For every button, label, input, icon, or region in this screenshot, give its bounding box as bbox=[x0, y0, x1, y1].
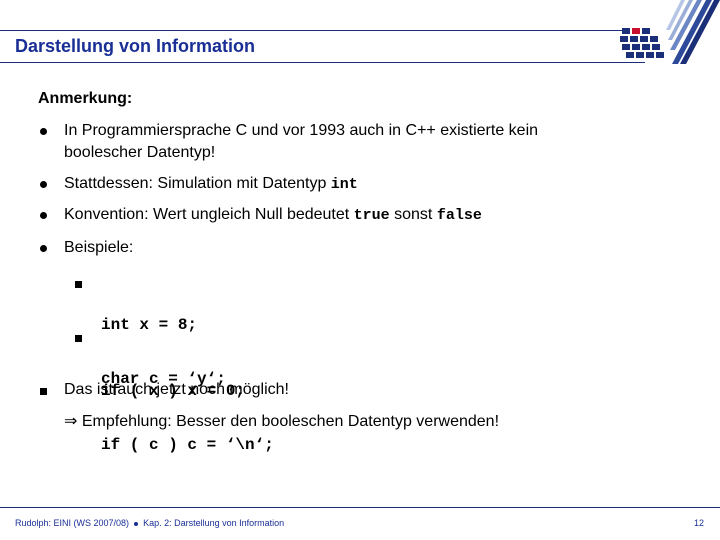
bullet-text: Stattdessen: Simulation mit Datentyp bbox=[64, 175, 331, 192]
note-still-possible: Das ist auch jetzt noch möglich! bbox=[64, 381, 289, 398]
footer-rule bbox=[0, 507, 720, 508]
header-bottom-rule bbox=[0, 62, 645, 63]
bullet-text: Konvention: Wert ungleich Null bedeutet bbox=[64, 206, 354, 223]
implies-arrow-icon: ⇒ bbox=[64, 413, 78, 430]
bullet-text: sonst bbox=[389, 206, 437, 223]
footer-separator-icon bbox=[134, 521, 139, 526]
page-number: 12 bbox=[694, 518, 705, 528]
bullet-icon bbox=[40, 212, 47, 219]
bullet-simulation-int: Stattdessen: Simulation mit Datentyp int bbox=[64, 173, 358, 196]
bullet-examples: Beispiele: bbox=[64, 239, 134, 256]
code-false: false bbox=[436, 207, 482, 224]
header-top-rule bbox=[0, 30, 625, 31]
square-bullet-icon bbox=[75, 281, 82, 288]
bullet-icon bbox=[40, 128, 47, 135]
recommendation: ⇒ Empfehlung: Besser den booleschen Date… bbox=[64, 411, 499, 433]
university-logo-icon bbox=[620, 0, 720, 64]
bullet-icon bbox=[40, 181, 47, 188]
bullet-text-line: boolescher Datentyp! bbox=[64, 144, 216, 161]
section-heading: Anmerkung: bbox=[38, 90, 133, 107]
square-bullet-icon bbox=[75, 335, 82, 342]
square-bullet-icon bbox=[40, 388, 47, 395]
code-keyword: int bbox=[330, 176, 358, 193]
code-example-char: char c = ‘y‘; if ( c ) c = ‘\n‘; bbox=[101, 324, 274, 478]
recommendation-text: Empfehlung: Besser den booleschen Datent… bbox=[81, 413, 500, 430]
bullet-text-line: In Programmiersprache C und vor 1993 auc… bbox=[64, 122, 539, 139]
code-line: if ( c ) c = ‘\n‘; bbox=[101, 436, 274, 454]
bullet-convention: Konvention: Wert ungleich Null bedeutet … bbox=[64, 204, 482, 227]
code-true: true bbox=[353, 207, 390, 224]
footer-course: Rudolph: EINI (WS 2007/08) bbox=[15, 518, 130, 528]
page-title: Darstellung von Information bbox=[15, 36, 256, 56]
footer-chapter: Kap. 2: Darstellung von Information bbox=[143, 518, 285, 528]
bullet-icon bbox=[40, 245, 47, 252]
footer: Rudolph: EINI (WS 2007/08) Kap. 2: Darste… bbox=[15, 518, 284, 528]
bullet-c-no-bool: In Programmiersprache C und vor 1993 auc… bbox=[64, 120, 538, 164]
